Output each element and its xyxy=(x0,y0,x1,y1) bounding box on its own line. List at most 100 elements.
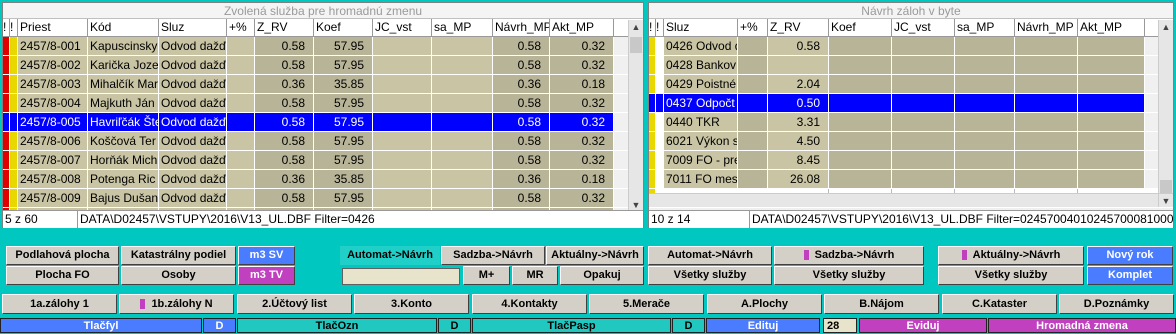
hromadna-zmena-button[interactable]: Hromadná zmena xyxy=(988,318,1176,333)
col-sluz[interactable]: Sluz xyxy=(159,19,227,36)
sadzba-navrh-right-button[interactable]: Sadzba->Návrh xyxy=(774,246,924,265)
cell-sluz[interactable]: Odvod dažďo xyxy=(159,56,227,74)
cell-koef[interactable]: 57.95 xyxy=(314,113,373,131)
cell-navrhmp[interactable]: 0.58 xyxy=(493,189,550,207)
cell-navrhmp[interactable]: 0.58 xyxy=(493,37,550,55)
cell-sluz[interactable]: 0426 Odvod d xyxy=(664,37,738,55)
tab-4[interactable]: 3.Konto xyxy=(354,294,469,314)
cell-zrv[interactable]: 0.58 xyxy=(255,151,314,169)
cell-sluz[interactable]: Odvod dažďo xyxy=(159,151,227,169)
cell-kod[interactable]: Havriľčák Šte xyxy=(88,113,159,131)
cell-koef[interactable] xyxy=(829,151,892,169)
automat-navrh-left-button[interactable]: Automat->Návrh xyxy=(340,246,440,265)
col-plus[interactable]: +% xyxy=(227,19,255,36)
cell-sluz[interactable]: Odvod dažďo xyxy=(159,37,227,55)
cell-jcvst[interactable] xyxy=(892,94,955,112)
scroll-thumb[interactable] xyxy=(630,37,642,53)
table-row[interactable]: 2457/8-009 Bajus Dušan Odvod dažďo 0.58 57.9… xyxy=(3,189,643,208)
tab-5[interactable]: 4.Kontakty xyxy=(472,294,587,314)
scroll-up-icon[interactable]: ▲ xyxy=(629,20,643,35)
cell-aktmp[interactable] xyxy=(1078,56,1145,74)
tlacpasp-button[interactable]: TlačPasp xyxy=(472,318,671,333)
col-priest[interactable]: Priest xyxy=(18,19,88,36)
cell-koef[interactable] xyxy=(829,56,892,74)
cell-plus[interactable] xyxy=(227,75,255,93)
cell-navrhmp[interactable] xyxy=(1015,94,1078,112)
cell-navrhmp[interactable] xyxy=(1015,132,1078,150)
cell-jcvst[interactable] xyxy=(373,56,432,74)
cell-zrv[interactable]: 8.45 xyxy=(768,151,829,169)
cell-aktmp[interactable] xyxy=(1078,170,1145,188)
cell-priest[interactable]: 2457/8-003 xyxy=(18,75,88,93)
tab-2[interactable]: 1b.zálohy N xyxy=(119,294,234,314)
cell-jcvst[interactable] xyxy=(892,132,955,150)
tab-10[interactable]: D.Poznámky xyxy=(1059,294,1174,314)
cell-navrhmp[interactable]: 0.58 xyxy=(493,151,550,169)
col-sluz[interactable]: Sluz xyxy=(664,19,738,36)
cell-koef[interactable]: 57.95 xyxy=(314,56,373,74)
tab-6[interactable]: 5.Merače xyxy=(589,294,704,314)
cell-samp[interactable] xyxy=(432,189,493,207)
cell-sluz[interactable]: Odvod dažďo xyxy=(159,75,227,93)
cell-sluz[interactable]: 7009 FO - pre xyxy=(664,151,738,169)
cell-zrv[interactable]: 0.58 xyxy=(255,56,314,74)
cell-jcvst[interactable] xyxy=(373,151,432,169)
cell-sluz[interactable]: Odvod dažďo xyxy=(159,94,227,112)
tlacozn-button[interactable]: TlačOzn xyxy=(237,318,437,333)
cell-samp[interactable] xyxy=(955,151,1015,169)
podlahova-plocha-button[interactable]: Podlahová plocha xyxy=(6,246,119,265)
cell-plus[interactable] xyxy=(738,56,768,74)
cell-plus[interactable] xyxy=(738,75,768,93)
cell-zrv[interactable]: 0.36 xyxy=(255,170,314,188)
cell-plus[interactable] xyxy=(738,37,768,55)
cell-koef[interactable]: 35.85 xyxy=(314,170,373,188)
right-hscroll[interactable] xyxy=(649,193,1159,207)
cell-jcvst[interactable] xyxy=(373,113,432,131)
cell-zrv[interactable]: 3.31 xyxy=(768,113,829,131)
cell-plus[interactable] xyxy=(227,37,255,55)
col-kod[interactable]: Kód xyxy=(88,19,159,36)
cell-jcvst[interactable] xyxy=(892,151,955,169)
cell-samp[interactable] xyxy=(432,113,493,131)
m-plus-button[interactable]: M+ xyxy=(463,266,510,285)
col-samp[interactable]: sa_MP xyxy=(955,19,1015,36)
table-row[interactable]: 2457/8-004 Majkuth Ján Odvod dažďo 0.58 57.9… xyxy=(3,94,643,113)
cell-jcvst[interactable] xyxy=(892,75,955,93)
cell-koef[interactable]: 57.95 xyxy=(314,37,373,55)
cell-samp[interactable] xyxy=(955,113,1015,131)
cell-navrhmp[interactable] xyxy=(1015,151,1078,169)
table-row[interactable]: 0429 Poistné 2.04 xyxy=(649,75,1173,94)
sadzba-navrh-left-button[interactable]: Sadzba->Návrh xyxy=(441,246,545,265)
cell-jcvst[interactable] xyxy=(373,75,432,93)
cell-koef[interactable] xyxy=(829,170,892,188)
edituj-button[interactable]: Edituj xyxy=(706,318,820,333)
tab-9[interactable]: C.Kataster xyxy=(942,294,1057,314)
cell-zrv[interactable]: 0.58 xyxy=(255,94,314,112)
opakuj-button[interactable]: Opakuj xyxy=(560,266,644,285)
col-zrv[interactable]: Z_RV xyxy=(768,19,829,36)
cell-sluz[interactable]: 0440 TKR xyxy=(664,113,738,131)
col-flag2[interactable]: ! xyxy=(656,19,664,36)
vsetky-sluzby-1-button[interactable]: Všetky služby xyxy=(648,266,772,285)
cell-plus[interactable] xyxy=(738,94,768,112)
cell-jcvst[interactable] xyxy=(892,170,955,188)
cell-plus[interactable] xyxy=(738,113,768,131)
col-jcvst[interactable]: JC_vst xyxy=(892,19,955,36)
cell-samp[interactable] xyxy=(432,37,493,55)
cell-aktmp[interactable]: 0.32 xyxy=(550,94,614,112)
col-flag1[interactable]: ! xyxy=(649,19,656,36)
cell-aktmp[interactable]: 0.32 xyxy=(550,113,614,131)
cell-kod[interactable]: Majkuth Ján xyxy=(88,94,159,112)
cell-navrhmp[interactable]: 0.36 xyxy=(493,75,550,93)
cell-zrv[interactable]: 0.58 xyxy=(255,37,314,55)
cell-samp[interactable] xyxy=(432,170,493,188)
tab-8[interactable]: B.Nájom xyxy=(824,294,939,314)
mr-button[interactable]: MR xyxy=(512,266,558,285)
left-vscroll[interactable]: ▲ ▼ xyxy=(628,20,643,213)
cell-zrv[interactable]: 0.36 xyxy=(255,75,314,93)
cell-sluz[interactable]: 0429 Poistné xyxy=(664,75,738,93)
cell-zrv[interactable]: 0.58 xyxy=(768,37,829,55)
cell-samp[interactable] xyxy=(432,56,493,74)
cell-jcvst[interactable] xyxy=(373,189,432,207)
table-row[interactable]: 2457/8-005 Havriľčák Šte Odvod dažďo 0.58 57… xyxy=(3,113,643,132)
